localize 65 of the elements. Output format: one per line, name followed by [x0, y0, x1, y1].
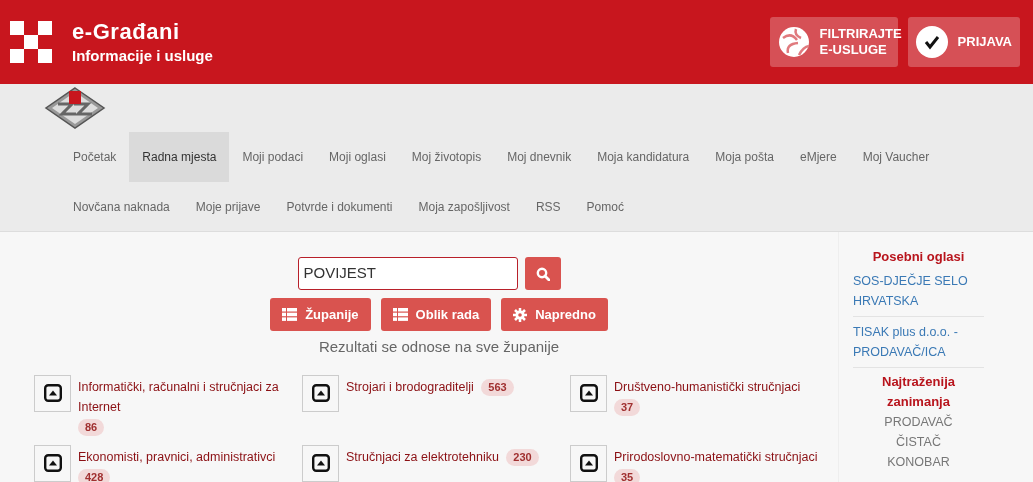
settings-icon	[513, 307, 528, 322]
nav-link[interactable]: Moja zapošljivost	[405, 182, 523, 232]
nav-link[interactable]: Novčana naknada	[60, 182, 183, 232]
diamond-logo-icon[interactable]	[44, 86, 106, 130]
category-link[interactable]: Društveno-humanistički stručnjaci	[614, 376, 801, 397]
category-link[interactable]: Informatički, računalni i stručnjaci za Internet	[78, 376, 288, 417]
list-icon	[392, 308, 408, 321]
nav-link[interactable]: Moje prijave	[182, 182, 274, 232]
caret-up-icon	[43, 384, 62, 402]
advanced-button[interactable]: Napredno	[501, 298, 608, 331]
caret-up-icon	[43, 454, 62, 472]
job-ad-link[interactable]: TISAK plus d.o.o. - PRODAVAČ/ICA	[853, 322, 984, 362]
search-field[interactable]: POVIJEST	[297, 257, 518, 290]
nav-link[interactable]: Moja pošta	[702, 132, 787, 182]
job-ad-link[interactable]: SOS-DJEČJE SELO HRVATSKA	[853, 271, 984, 311]
count-badge: 35	[614, 468, 641, 482]
occupation-link[interactable]: PRODAVAČ	[884, 412, 953, 432]
expand-button[interactable]	[302, 444, 339, 482]
category-link[interactable]: Stručnjaci za elektrotehniku	[346, 446, 499, 467]
expand-button[interactable]	[570, 444, 607, 482]
checkmark-icon	[915, 26, 948, 58]
site-title[interactable]: e-Građani	[72, 18, 213, 46]
expand-button[interactable]	[34, 374, 71, 412]
results-note: Rezultati se odnose na sve županije	[318, 337, 560, 357]
count-badge: 37	[614, 398, 641, 416]
nav-link[interactable]: Moji podaci	[229, 132, 317, 182]
nav-link[interactable]: Moj dnevnik	[494, 132, 585, 182]
caret-up-icon	[311, 454, 330, 472]
count-badge: 86	[78, 418, 105, 436]
filter-button[interactable]: Oblik rada	[380, 298, 492, 331]
nav-link[interactable]: Radna mjesta	[129, 132, 230, 182]
nav-link[interactable]: RSS	[522, 182, 574, 232]
sidebar-heading: Najtraženija zanimanja	[881, 373, 956, 411]
occupation-link[interactable]: KONOBAR	[887, 452, 950, 472]
globe-icon	[777, 26, 810, 58]
search-input[interactable]: POVIJEST	[303, 262, 512, 285]
category-link[interactable]: Strojari i brodograditelji	[346, 376, 474, 397]
login-button[interactable]: PRIJAVA	[907, 17, 1020, 67]
nav-link[interactable]: Moj Vaucher	[849, 132, 943, 182]
caret-up-icon	[311, 384, 330, 402]
nav-link[interactable]: Početak	[60, 132, 130, 182]
nav-link[interactable]: Moja kandidatura	[584, 132, 703, 182]
sidebar-heading: Posebni oglasi	[872, 248, 965, 266]
nav-link[interactable]: Pomoć	[573, 182, 637, 232]
count-badge: 230	[506, 448, 539, 466]
category-link[interactable]: Ekonomisti, pravnici, administrativci	[78, 446, 276, 467]
expand-button[interactable]	[34, 444, 71, 482]
search-icon	[535, 266, 550, 281]
caret-up-icon	[579, 384, 598, 402]
nav-link[interactable]: eMjere	[786, 132, 850, 182]
expand-button[interactable]	[570, 374, 607, 412]
site-subtitle: Informacije i usluge	[72, 46, 213, 66]
occupation-link[interactable]: ČISTAČ	[896, 432, 941, 452]
nav-link[interactable]: Potvrde i dokumenti	[273, 182, 406, 232]
count-badge: 563	[481, 378, 514, 396]
filter-button[interactable]: Županije	[270, 298, 371, 331]
category-link[interactable]: Prirodoslovno-matematički stručnjaci	[614, 446, 818, 467]
search-button[interactable]	[524, 257, 561, 290]
nav-link[interactable]: Moji oglasi	[316, 132, 399, 182]
checkerboard-logo-icon	[10, 21, 52, 63]
nav-link[interactable]: Moj životopis	[398, 132, 495, 182]
expand-button[interactable]	[302, 374, 339, 412]
caret-up-icon	[579, 454, 598, 472]
count-badge: 428	[78, 468, 111, 482]
list-icon	[282, 308, 298, 321]
